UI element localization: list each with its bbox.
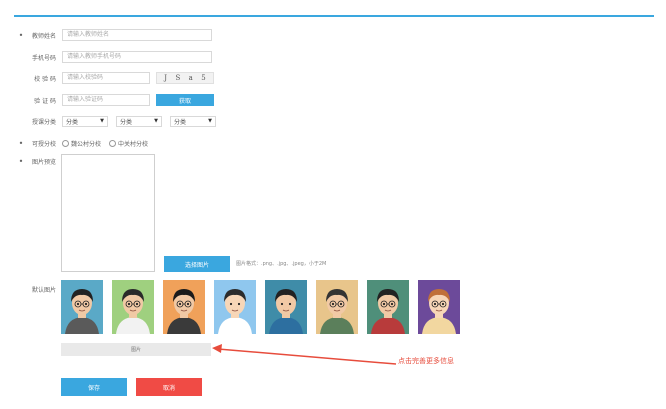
- campus-radio-1[interactable]: 魏公村分校: [62, 139, 101, 148]
- more-images-bar[interactable]: 图片: [61, 343, 211, 356]
- sms-code-label: 验 证 码: [34, 97, 56, 105]
- captcha-char: a: [188, 74, 193, 82]
- captcha-char: S: [175, 74, 181, 82]
- save-button[interactable]: 保存: [61, 378, 127, 396]
- preview-row: • 图片预览: [18, 154, 62, 168]
- avatar-portrait-icon: [112, 280, 154, 334]
- chevron-down-icon: ▼: [154, 118, 158, 124]
- category-select-2[interactable]: 分类 ▼: [116, 115, 162, 127]
- default-avatar-option[interactable]: [214, 280, 256, 334]
- captcha-char: J: [164, 74, 168, 82]
- cancel-button[interactable]: 取消: [136, 378, 202, 396]
- image-format-hint: 图片格式：.png、.jpg、.jpeg，小于2M: [236, 261, 327, 267]
- annotation-text: 点击完善更多信息: [398, 357, 454, 365]
- default-avatar-option[interactable]: [418, 280, 460, 334]
- get-code-button[interactable]: 获取: [156, 94, 214, 106]
- phone-row: 手机号码 请输入教师手机号码: [18, 50, 212, 64]
- phone-input[interactable]: 请输入教师手机号码: [62, 51, 212, 63]
- avatar-portrait-icon: [265, 280, 307, 334]
- chevron-down-icon: ▼: [100, 118, 104, 124]
- campus-row: • 可授分校 魏公村分校 中关村分校: [18, 136, 156, 150]
- avatar-portrait-icon: [214, 280, 256, 334]
- category-select-3[interactable]: 分类 ▼: [170, 115, 216, 127]
- captcha-label: 校 验 码: [34, 75, 56, 83]
- captcha-input[interactable]: 请输入校验码: [62, 72, 150, 84]
- default-avatar-option[interactable]: [61, 280, 103, 334]
- choose-image-button[interactable]: 选择图片: [164, 256, 230, 272]
- phone-label: 手机号码: [31, 54, 56, 62]
- default-avatar-option[interactable]: [265, 280, 307, 334]
- category-row: 授课分类 分类 ▼ 分类 ▼ 分类 ▼: [18, 114, 224, 128]
- campus-radio-2[interactable]: 中关村分校: [109, 139, 148, 148]
- sms-code-input[interactable]: 请输入验证码: [62, 94, 150, 106]
- captcha-image[interactable]: J S a 5: [156, 72, 214, 84]
- teacher-name-input[interactable]: 请输入教师姓名: [62, 29, 212, 41]
- header-divider: [14, 15, 654, 17]
- avatar-portrait-icon: [163, 280, 205, 334]
- radio-icon: [109, 139, 117, 147]
- avatar-portrait-icon: [316, 280, 358, 334]
- default-images-label: 默认图片: [31, 286, 56, 294]
- radio-icon: [62, 139, 69, 147]
- default-images-row: 默认图片: [18, 282, 62, 296]
- avatar-list: [61, 280, 469, 334]
- teacher-name-label: 教师姓名: [31, 32, 56, 40]
- default-avatar-option[interactable]: [367, 280, 409, 334]
- default-avatar-option[interactable]: [163, 280, 205, 334]
- image-preview: [61, 154, 155, 272]
- avatar-portrait-icon: [367, 280, 409, 334]
- default-avatar-option[interactable]: [316, 280, 358, 334]
- teacher-name-row: • 教师姓名 请输入教师姓名: [18, 28, 212, 42]
- captcha-char: 5: [201, 74, 206, 82]
- captcha-row: 校 验 码 请输入校验码 J S a 5: [18, 71, 214, 85]
- campus-label: 可授分校: [31, 140, 56, 148]
- category-select-1[interactable]: 分类 ▼: [62, 115, 108, 127]
- category-label: 授课分类: [31, 118, 56, 126]
- chevron-down-icon: ▼: [208, 118, 212, 124]
- avatar-portrait-icon: [418, 280, 460, 334]
- annotation-arrow-icon: [212, 344, 397, 365]
- avatar-portrait-icon: [61, 280, 103, 334]
- preview-label: 图片预览: [31, 158, 56, 166]
- sms-code-row: 验 证 码 请输入验证码 获取: [18, 93, 214, 107]
- default-avatar-option[interactable]: [112, 280, 154, 334]
